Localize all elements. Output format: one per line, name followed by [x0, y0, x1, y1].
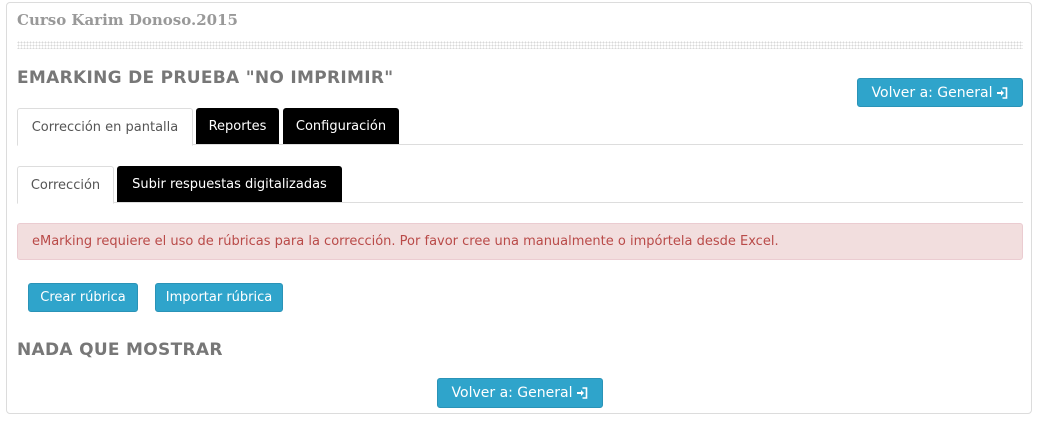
- tab-reportes[interactable]: Reportes: [196, 108, 279, 144]
- tab-configuracion[interactable]: Configuración: [283, 108, 399, 144]
- dotted-divider: [17, 41, 1023, 49]
- alert-message: eMarking requiere el uso de rúbricas par…: [32, 234, 779, 249]
- main-tab-bar: Corrección en pantalla Reportes Configur…: [17, 108, 1023, 146]
- back-button-label: Volver a: General: [451, 385, 573, 401]
- back-to-general-button-top[interactable]: Volver a: General: [857, 78, 1023, 107]
- page-title: EMARKING DE PRUEBA "NO IMPRIMIR": [17, 68, 394, 88]
- log-in-icon: [996, 86, 1008, 99]
- tab-subir-respuestas[interactable]: Subir respuestas digitalizadas: [117, 166, 342, 202]
- back-to-general-button-bottom[interactable]: Volver a: General: [437, 378, 603, 408]
- import-rubric-button[interactable]: Importar rúbrica: [155, 283, 283, 312]
- tab-correccion-en-pantalla[interactable]: Corrección en pantalla: [17, 108, 193, 146]
- rubric-required-alert: eMarking requiere el uso de rúbricas par…: [17, 223, 1023, 260]
- log-in-icon: [576, 387, 588, 399]
- back-button-label: Volver a: General: [871, 84, 993, 101]
- sub-tab-bar: Corrección Subir respuestas digitalizada…: [17, 166, 1023, 204]
- course-title: Curso Karim Donoso.2015: [17, 11, 238, 29]
- tab-correccion[interactable]: Corrección: [17, 166, 114, 204]
- create-rubric-button[interactable]: Crear rúbrica: [28, 283, 138, 312]
- empty-state-heading: NADA QUE MOSTRAR: [17, 340, 223, 360]
